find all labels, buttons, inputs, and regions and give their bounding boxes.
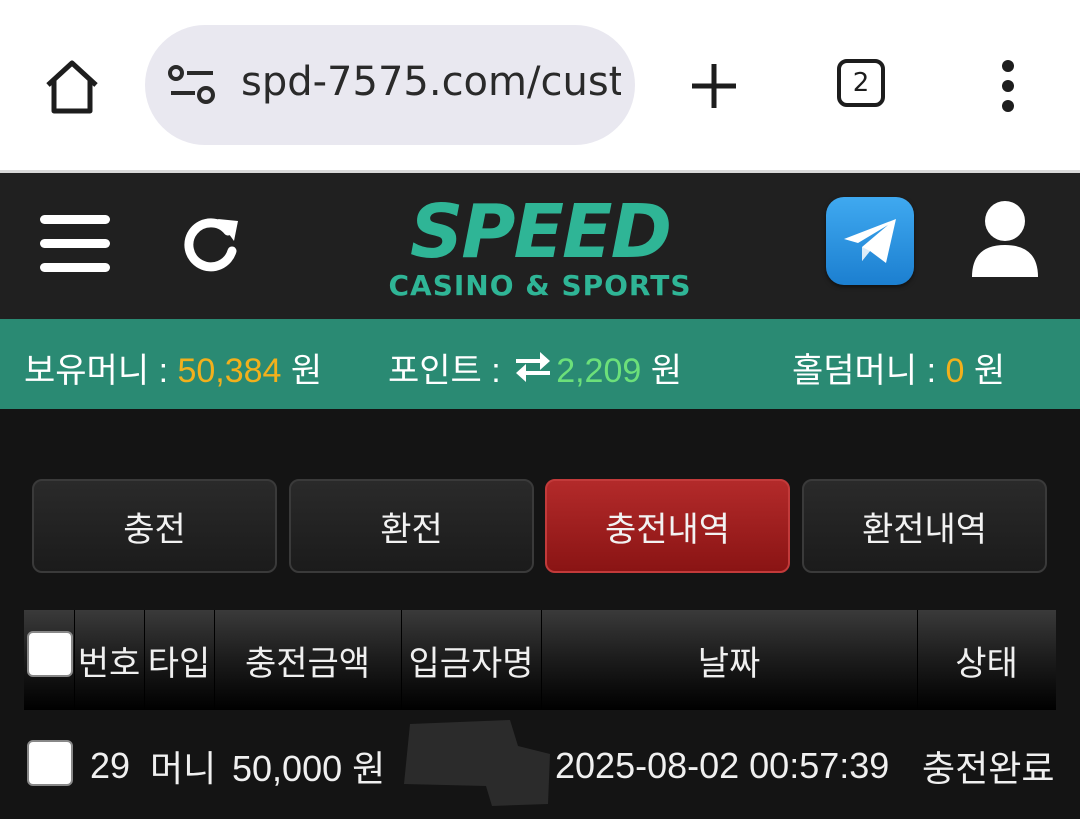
th-amount: 충전금액 [214, 610, 402, 710]
logo-subtitle: CASINO & SPORTS [388, 269, 692, 302]
th-type: 타입 [144, 610, 215, 710]
money-value: 50,384 [177, 352, 282, 390]
balance-bar: 보유머니 : 50,384 원 포인트 : 2,209 원 홀덤머니 : 0 원 [0, 319, 1080, 409]
telegram-button[interactable] [826, 197, 914, 285]
select-all-checkbox[interactable] [27, 631, 73, 677]
user-account-icon[interactable] [970, 199, 1040, 279]
row-number: 29 [90, 745, 131, 786]
holdem-balance: 홀덤머니 : 0 원 [792, 352, 1006, 390]
site-header: SPEED CASINO & SPORTS [0, 173, 1080, 319]
refresh-icon[interactable] [182, 213, 242, 273]
row-type: 머니 [150, 748, 217, 789]
more-menu-icon[interactable] [996, 58, 1020, 114]
point-value: 2,209 [556, 352, 642, 390]
money-balance: 보유머니 : 50,384 원 [24, 352, 323, 390]
table-header: 번호 타입 충전금액 입금자명 날짜 상태 [24, 610, 1056, 710]
home-icon[interactable] [40, 55, 104, 119]
url-text[interactable]: spd-7575.com/cust [241, 59, 621, 105]
logo-wordmark: SPEED [409, 189, 672, 275]
site-logo[interactable]: SPEED CASINO & SPORTS [378, 189, 702, 307]
row-amount: 50,000 원 [232, 748, 386, 789]
tab-deposit[interactable]: 충전 [32, 479, 277, 573]
swap-arrows-icon[interactable] [514, 351, 552, 385]
tab-deposit-history[interactable]: 충전내역 [545, 479, 790, 573]
th-depositor: 입금자명 [401, 610, 542, 710]
th-number: 번호 [74, 610, 145, 710]
row-checkbox[interactable] [27, 740, 73, 786]
th-status: 상태 [955, 644, 1018, 683]
point-balance: 포인트 : 2,209 원 [388, 351, 683, 390]
row-status: 충전완료 [922, 748, 1055, 789]
site-info-icon[interactable] [167, 63, 217, 107]
browser-toolbar: spd-7575.com/cust 2 [0, 0, 1080, 170]
address-bar[interactable]: spd-7575.com/cust [145, 25, 635, 145]
new-tab-icon[interactable] [688, 60, 740, 112]
holdem-value: 0 [945, 352, 965, 390]
telegram-icon [844, 219, 896, 263]
tab-withdraw-history[interactable]: 환전내역 [802, 479, 1047, 573]
hamburger-menu-icon[interactable] [40, 213, 110, 275]
redaction-mark [404, 720, 550, 806]
tab-switcher-button[interactable]: 2 [837, 59, 885, 107]
th-date: 날짜 [541, 610, 918, 710]
row-date: 2025-08-02 00:57:39 [555, 745, 890, 786]
tab-withdraw[interactable]: 환전 [289, 479, 534, 573]
